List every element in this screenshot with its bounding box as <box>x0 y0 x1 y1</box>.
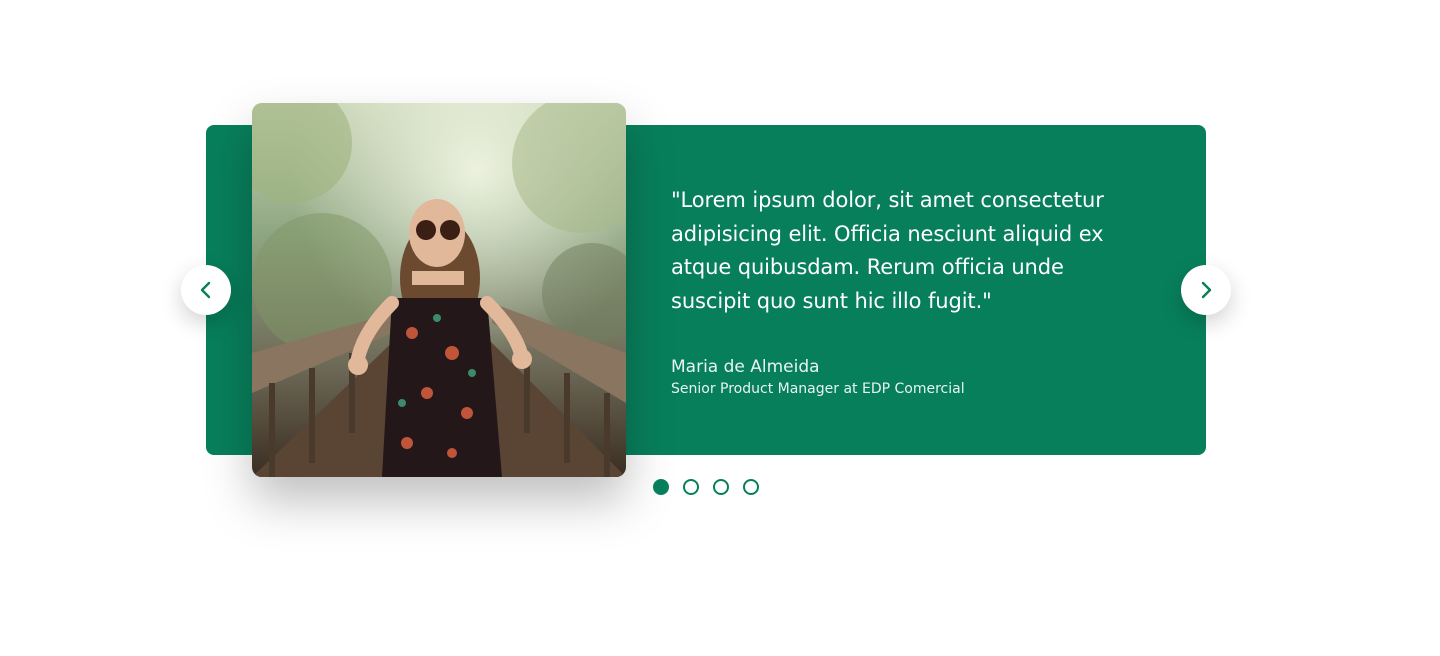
slide-dot-1[interactable] <box>653 479 669 495</box>
testimonial-quote: "Lorem ipsum dolor, sit amet consectetur… <box>671 188 1104 313</box>
testimonial-photo <box>252 103 626 477</box>
testimonial-slider: "Lorem ipsum dolor, sit amet consectetur… <box>0 0 1440 656</box>
next-slide-button[interactable] <box>1181 265 1231 315</box>
slide-dot-2[interactable] <box>683 479 699 495</box>
previous-slide-button[interactable] <box>181 265 231 315</box>
slide-dot-3[interactable] <box>713 479 729 495</box>
testimonial-role: Senior Product Manager at EDP Comercial <box>671 381 965 397</box>
chevron-left-icon <box>200 281 211 299</box>
slide-dot-4[interactable] <box>743 479 759 495</box>
testimonial-author: Maria de Almeida <box>671 357 820 377</box>
chevron-right-icon <box>1201 281 1212 299</box>
slide-indicators <box>653 479 759 495</box>
